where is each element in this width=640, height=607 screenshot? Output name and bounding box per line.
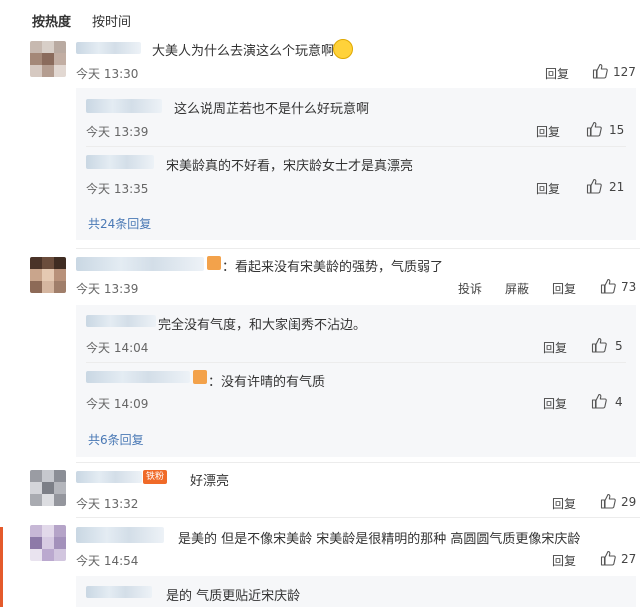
reply-text: 是的 气质更贴近宋庆龄 — [166, 589, 301, 604]
reply-text: 这么说周芷若也不是什么好玩意啊 — [174, 102, 370, 117]
reply-button[interactable]: 回复 — [536, 180, 560, 197]
sort-by-hot-tab[interactable]: 按热度 — [32, 11, 71, 30]
username-blurred[interactable] — [86, 315, 156, 327]
avatar[interactable] — [30, 257, 66, 293]
laugh-cry-emoji-icon — [333, 39, 353, 59]
username-blurred[interactable] — [86, 371, 190, 383]
comment-text: ：看起来没有宋美龄的强势，气质弱了 — [222, 260, 444, 275]
username-blurred[interactable] — [86, 155, 154, 169]
comment-text: 大美人为什么去演这么个玩意啊 — [152, 44, 335, 59]
view-more-replies-link[interactable]: 共6条回复 — [88, 431, 144, 448]
username-blurred[interactable] — [86, 99, 162, 113]
reply-button[interactable]: 回复 — [543, 339, 567, 356]
sort-bar: 按热度 按时间 — [0, 0, 640, 36]
like-count: 73 — [621, 280, 637, 294]
block-button[interactable]: 屏蔽 — [505, 280, 529, 297]
thumbs-up-icon[interactable] — [591, 393, 607, 409]
comment-time: 今天 13:30 — [76, 67, 139, 81]
reply-button[interactable]: 回复 — [552, 280, 576, 297]
thumbs-up-icon[interactable] — [600, 550, 616, 566]
reply-text: ：没有许晴的有气质 — [208, 375, 326, 390]
comment-text: 好漂亮 — [190, 474, 230, 489]
reply-section — [76, 576, 636, 607]
fan-badge: 铁粉 — [143, 470, 168, 484]
comment-time: 今天 13:39 — [76, 282, 139, 296]
reply-button[interactable]: 回复 — [552, 552, 576, 569]
divider — [86, 146, 626, 147]
username-blurred[interactable] — [76, 527, 164, 543]
divider — [86, 362, 626, 363]
reply-button[interactable]: 回复 — [543, 395, 567, 412]
view-more-replies-link[interactable]: 共24条回复 — [88, 215, 151, 232]
thumbs-up-icon[interactable] — [591, 337, 607, 353]
user-badge-icon — [207, 256, 221, 270]
comment-time: 今天 13:32 — [76, 497, 139, 511]
reply-time: 今天 14:04 — [86, 341, 149, 355]
thumbs-up-icon[interactable] — [592, 63, 608, 79]
like-count: 15 — [609, 123, 625, 137]
report-button[interactable]: 投诉 — [458, 280, 482, 297]
like-count: 29 — [621, 495, 637, 509]
divider — [76, 462, 640, 463]
reply-time: 今天 14:09 — [86, 397, 149, 411]
thumbs-up-icon[interactable] — [600, 493, 616, 509]
like-count: 5 — [615, 339, 623, 353]
divider — [76, 517, 640, 518]
avatar[interactable] — [30, 525, 66, 561]
comment-text: 是美的 但是不像宋美龄 宋美龄是很精明的那种 高圆圆气质更像宋庆龄 — [178, 532, 581, 547]
reply-time: 今天 13:39 — [86, 125, 149, 139]
comment-time: 今天 14:54 — [76, 554, 139, 568]
reply-button[interactable]: 回复 — [545, 65, 569, 82]
reply-text: 完全没有气度，和大家闺秀不沾边。 — [158, 318, 367, 333]
like-count: 27 — [621, 552, 637, 566]
username-blurred[interactable] — [76, 42, 141, 54]
reply-time: 今天 13:35 — [86, 182, 149, 196]
sort-by-time-tab[interactable]: 按时间 — [92, 11, 131, 30]
reply-button[interactable]: 回复 — [536, 123, 560, 140]
divider — [76, 248, 640, 249]
username-blurred[interactable] — [86, 586, 152, 598]
like-count: 21 — [609, 180, 625, 194]
avatar[interactable] — [30, 41, 66, 77]
thumbs-up-icon[interactable] — [586, 178, 602, 194]
reply-button[interactable]: 回复 — [552, 495, 576, 512]
like-count: 4 — [615, 395, 623, 409]
like-count: 127 — [613, 65, 636, 79]
username-blurred[interactable] — [76, 471, 142, 483]
highlight-bar — [0, 527, 3, 607]
reply-text: 宋美龄真的不好看，宋庆龄女士才是真漂亮 — [166, 159, 414, 174]
avatar[interactable] — [30, 470, 66, 506]
thumbs-up-icon[interactable] — [600, 278, 616, 294]
user-badge-icon — [193, 370, 207, 384]
thumbs-up-icon[interactable] — [586, 121, 602, 137]
username-blurred[interactable] — [76, 257, 204, 271]
